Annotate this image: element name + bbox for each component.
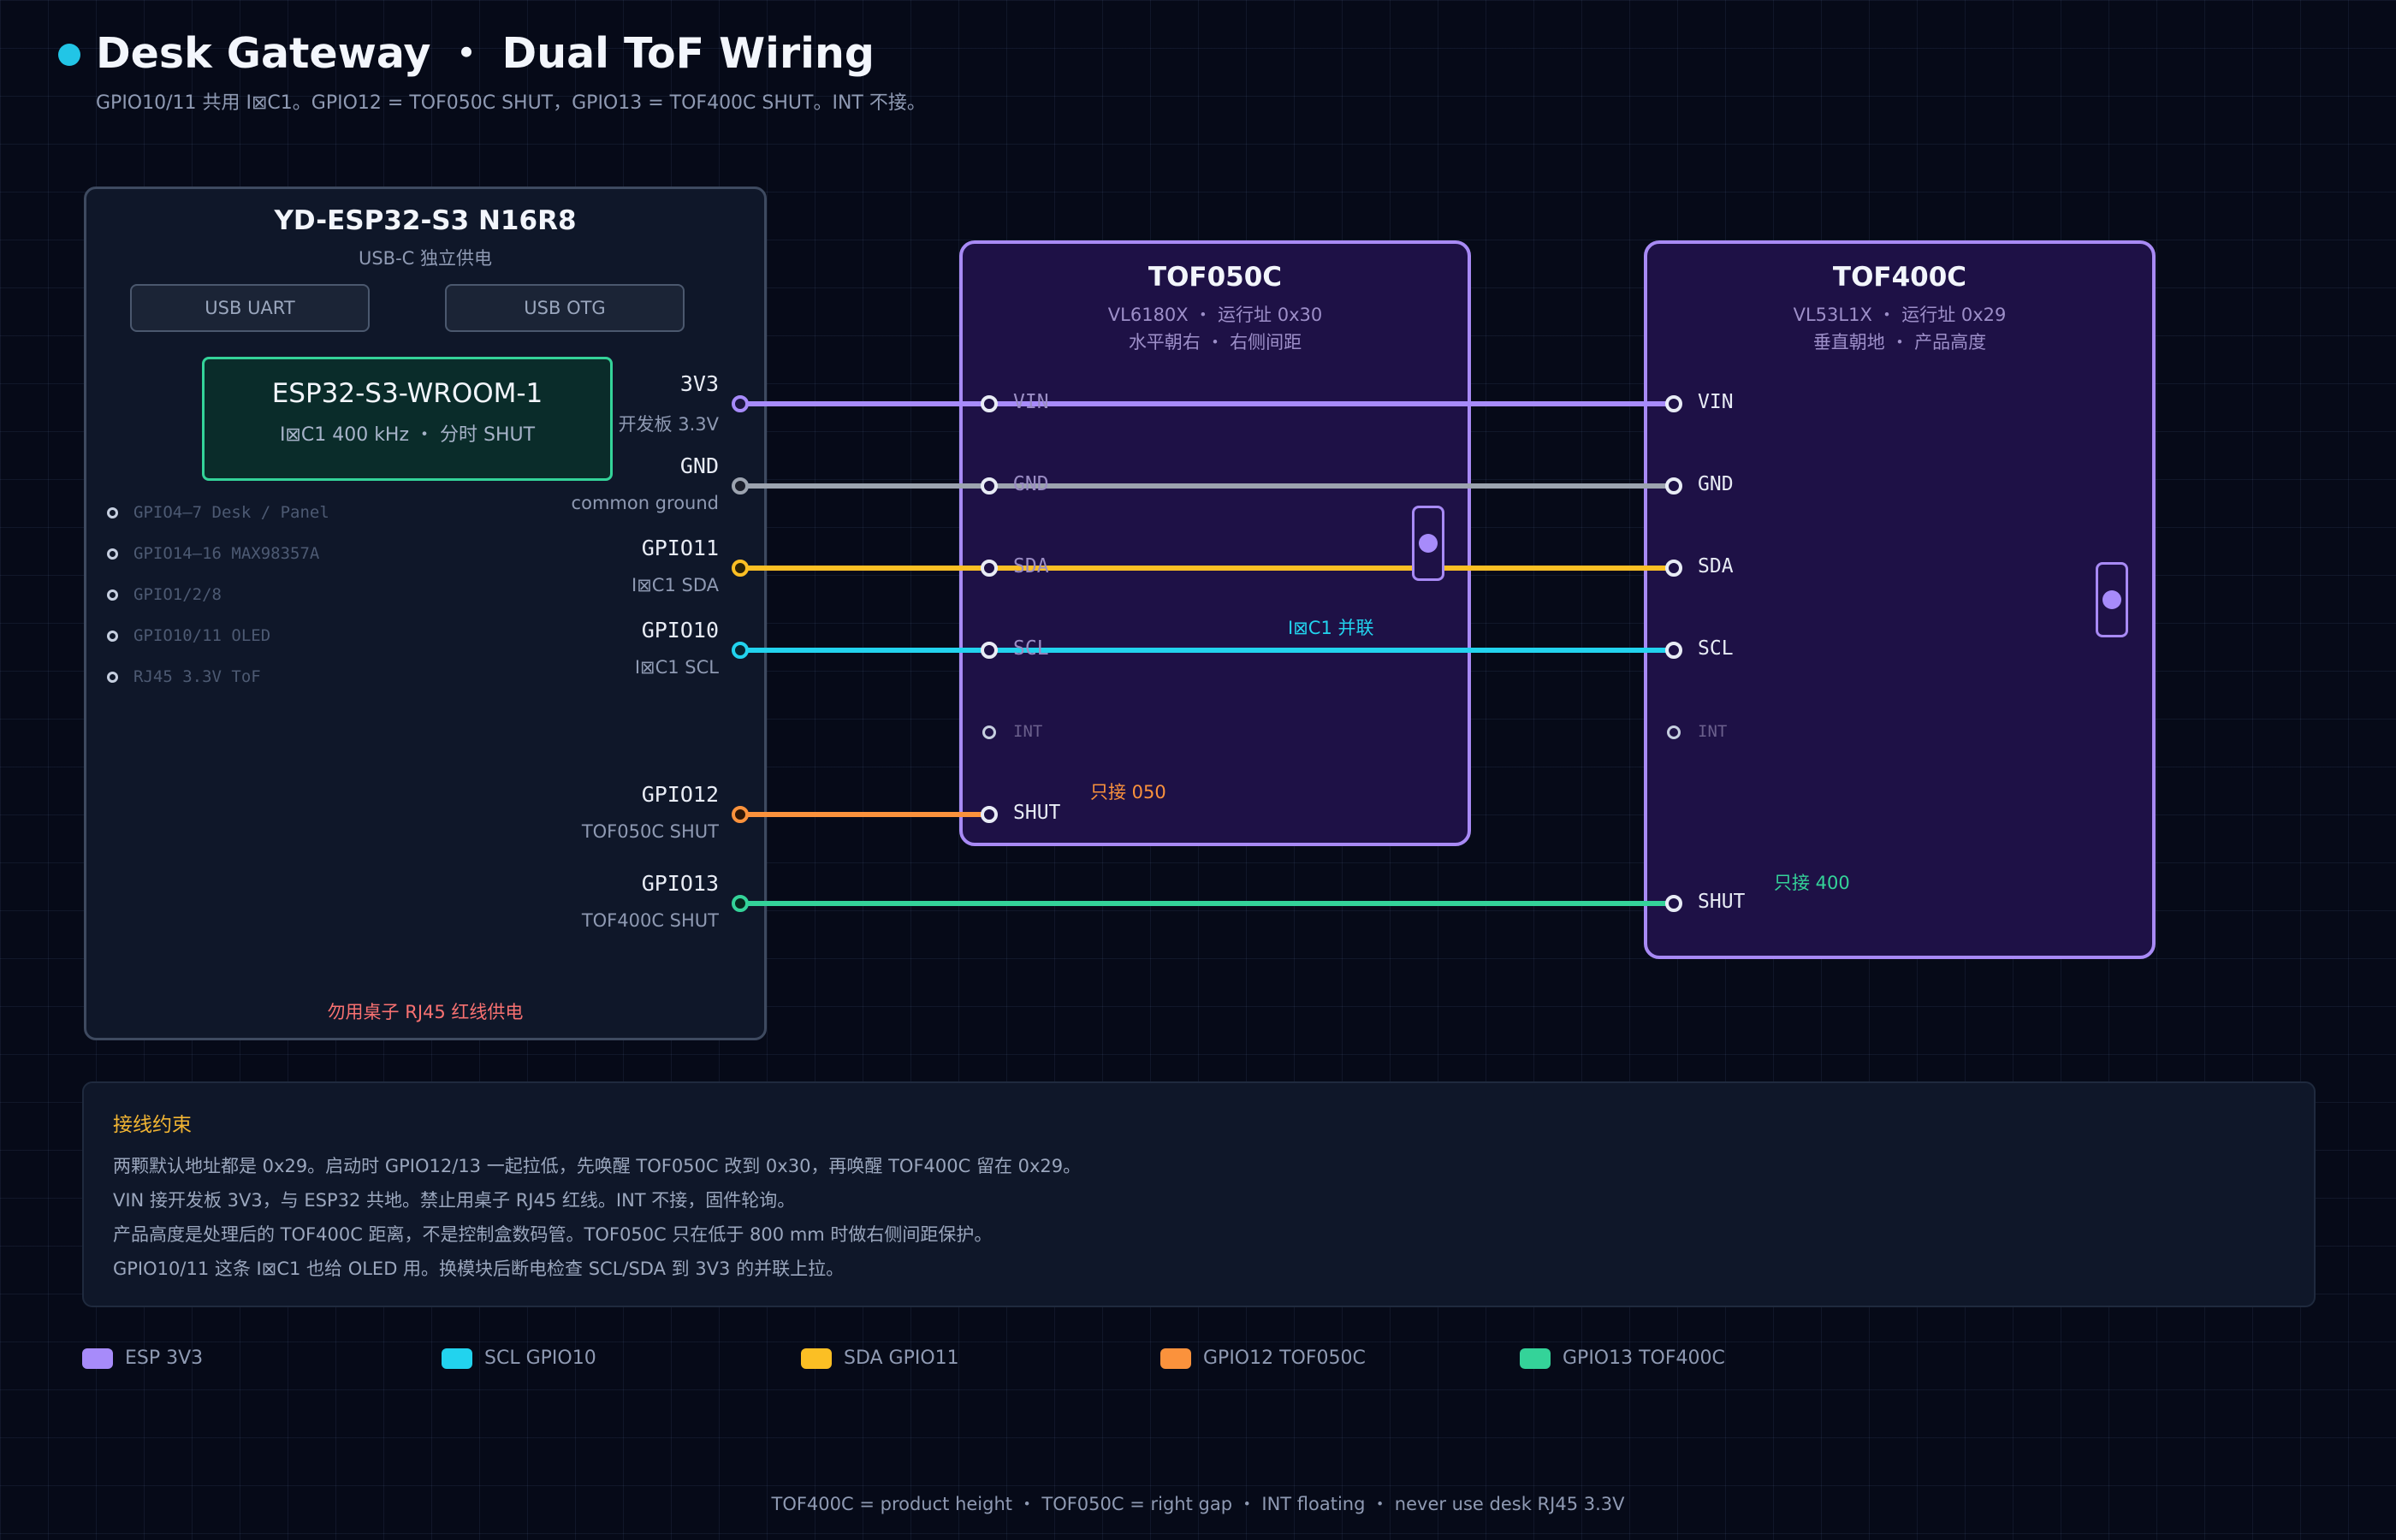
module-title: ESP32-S3-WROOM-1 xyxy=(271,378,543,409)
module-subtitle: I⊠C1 400 kHz ・ 分时 SHUT xyxy=(279,424,536,446)
pin-3v3-label: 3V3 xyxy=(679,371,719,396)
tof050c-title: TOF050C xyxy=(1148,262,1283,293)
tof400c-chip-info: VL53L1X ・ 运行址 0x29 xyxy=(1793,305,2007,325)
legend-swatch-scl xyxy=(442,1348,472,1369)
tof400c-pin-gnd: GND xyxy=(1698,473,1734,495)
pin-gpio11-label: GPIO11 xyxy=(641,536,719,560)
tof050c-shut-node xyxy=(981,806,998,823)
pin-gpio13-sub: TOF400C SHUT xyxy=(581,910,719,931)
legend-label: ESP 3V3 xyxy=(125,1348,204,1369)
tof400c-scl-node xyxy=(1665,642,1682,659)
bus-annotation: I⊠C1 并联 xyxy=(1288,618,1374,638)
note-line: 两颗默认地址都是 0x29。启动时 GPIO12/13 一起拉低，先唤醒 TOF… xyxy=(113,1156,1082,1176)
wire-sda-gpio11 xyxy=(740,566,1675,571)
esp-gpio10-node xyxy=(732,642,749,659)
tof050c-shut-annotation: 只接 050 xyxy=(1090,782,1166,803)
unused-pin-dot xyxy=(107,589,118,601)
tof050c-pin-scl: SCL xyxy=(1013,637,1049,660)
unused-pin-dot xyxy=(107,507,118,518)
pin-gpio11-sub: I⊠C1 SDA xyxy=(632,575,719,595)
page-subtitle: GPIO10/11 共用 I⊠C1。GPIO12 = TOF050C SHUT，… xyxy=(96,92,926,114)
page-title: Desk Gateway ・ Dual ToF Wiring xyxy=(96,29,875,78)
unused-pin-row: GPIO1/2/8 xyxy=(133,585,222,604)
legend-label: GPIO13 TOF400C xyxy=(1563,1348,1725,1369)
esp32-board-subtitle: USB-C 独立供电 xyxy=(358,248,493,269)
usb-otg-button[interactable]: USB OTG xyxy=(445,284,685,332)
note-line: 产品高度是处理后的 TOF400C 距离，不是控制盒数码管。TOF050C 只在… xyxy=(113,1224,993,1245)
note-line: VIN 接开发板 3V3，与 ESP32 共地。禁止用桌子 RJ45 红线。IN… xyxy=(113,1190,796,1211)
pin-gnd-label: GND xyxy=(679,453,719,478)
tof400c-vin-node xyxy=(1665,395,1682,412)
tof400c-shut-annotation: 只接 400 xyxy=(1774,873,1850,893)
sensor-lens-icon xyxy=(1419,534,1438,553)
tof050c-sda-node xyxy=(981,560,998,577)
wire-3v3-vin xyxy=(740,401,1675,406)
pin-gpio12-label: GPIO12 xyxy=(641,782,719,807)
tof050c-pin-gnd: GND xyxy=(1013,473,1049,495)
tof400c-orientation: 垂直朝地 ・ 产品高度 xyxy=(1812,332,1987,352)
esp-gpio11-node xyxy=(732,560,749,577)
tof400c-int-node xyxy=(1667,726,1681,739)
unused-pin-dot xyxy=(107,548,118,560)
tof400c-pin-scl: SCL xyxy=(1698,637,1734,660)
legend-label: GPIO12 TOF050C xyxy=(1203,1348,1366,1369)
tof400c-sensor-window xyxy=(2096,562,2128,637)
tof050c-scl-node xyxy=(981,642,998,659)
tof050c-int-node xyxy=(982,726,996,739)
esp-gpio13-node xyxy=(732,895,749,912)
unused-pin-row: RJ45 3.3V ToF xyxy=(133,667,261,686)
sensor-lens-icon xyxy=(2102,590,2121,609)
legend-label: SDA GPIO11 xyxy=(844,1348,959,1369)
note-line: GPIO10/11 这条 I⊠C1 也给 OLED 用。换模块后断电检查 SCL… xyxy=(113,1259,845,1279)
pin-gpio10-sub: I⊠C1 SCL xyxy=(634,657,719,678)
usb-uart-button[interactable]: USB UART xyxy=(130,284,370,332)
notes-title: 接线约束 xyxy=(113,1114,192,1136)
unused-pin-row: GPIO14–16 MAX98357A xyxy=(133,544,320,563)
legend-swatch-gpio12 xyxy=(1160,1348,1191,1369)
tof400c-gnd-node xyxy=(1665,477,1682,495)
wire-gnd xyxy=(740,483,1675,489)
unused-pin-row: GPIO10/11 OLED xyxy=(133,626,271,645)
pin-gpio13-label: GPIO13 xyxy=(641,871,719,896)
legend-label: SCL GPIO10 xyxy=(484,1348,596,1369)
footer-summary: TOF400C = product height ・ TOF050C = rig… xyxy=(771,1494,1625,1514)
esp32-board-title: YD-ESP32-S3 N16R8 xyxy=(274,205,577,236)
tof400c-pin-sda: SDA xyxy=(1698,555,1734,578)
esp-gpio12-node xyxy=(732,806,749,823)
unused-pin-row: GPIO4–7 Desk / Panel xyxy=(133,503,329,522)
tof050c-pin-shut: SHUT xyxy=(1013,802,1061,824)
wire-shut-gpio13 xyxy=(740,901,1675,906)
tof050c-orientation: 水平朝右 ・ 右侧间距 xyxy=(1128,332,1302,352)
unused-pin-dot xyxy=(107,631,118,642)
wire-scl-gpio10 xyxy=(740,648,1675,653)
pin-gpio12-sub: TOF050C SHUT xyxy=(581,821,719,842)
tof050c-pin-vin: VIN xyxy=(1013,391,1049,413)
tof400c-pin-shut: SHUT xyxy=(1698,891,1746,913)
tof050c-gnd-node xyxy=(981,477,998,495)
tof050c-vin-node xyxy=(981,395,998,412)
legend-swatch-sda xyxy=(801,1348,832,1369)
tof400c-pin-vin: VIN xyxy=(1698,391,1734,413)
esp-gnd-node xyxy=(732,477,749,495)
pin-gnd-sub: common ground xyxy=(571,493,719,513)
tof400c-title: TOF400C xyxy=(1832,262,1967,293)
legend-swatch-3v3 xyxy=(82,1348,113,1369)
unused-pin-dot xyxy=(107,672,118,683)
tof400c-shut-node xyxy=(1665,895,1682,912)
esp-3v3-node xyxy=(732,395,749,412)
tof400c-sda-node xyxy=(1665,560,1682,577)
tof050c-pin-int: INT xyxy=(1013,722,1043,741)
tof050c-chip-info: VL6180X ・ 运行址 0x30 xyxy=(1107,305,1323,325)
legend-swatch-gpio13 xyxy=(1520,1348,1551,1369)
title-status-dot xyxy=(58,44,80,66)
tof400c-pin-int: INT xyxy=(1698,722,1728,741)
power-warning: 勿用桌子 RJ45 红线供电 xyxy=(327,1002,524,1022)
pin-3v3-sub: 开发板 3.3V xyxy=(618,414,719,435)
tof050c-sensor-window xyxy=(1412,506,1444,581)
tof050c-pin-sda: SDA xyxy=(1013,555,1049,578)
pin-gpio10-label: GPIO10 xyxy=(641,618,719,643)
wire-shut-gpio12 xyxy=(740,812,990,817)
